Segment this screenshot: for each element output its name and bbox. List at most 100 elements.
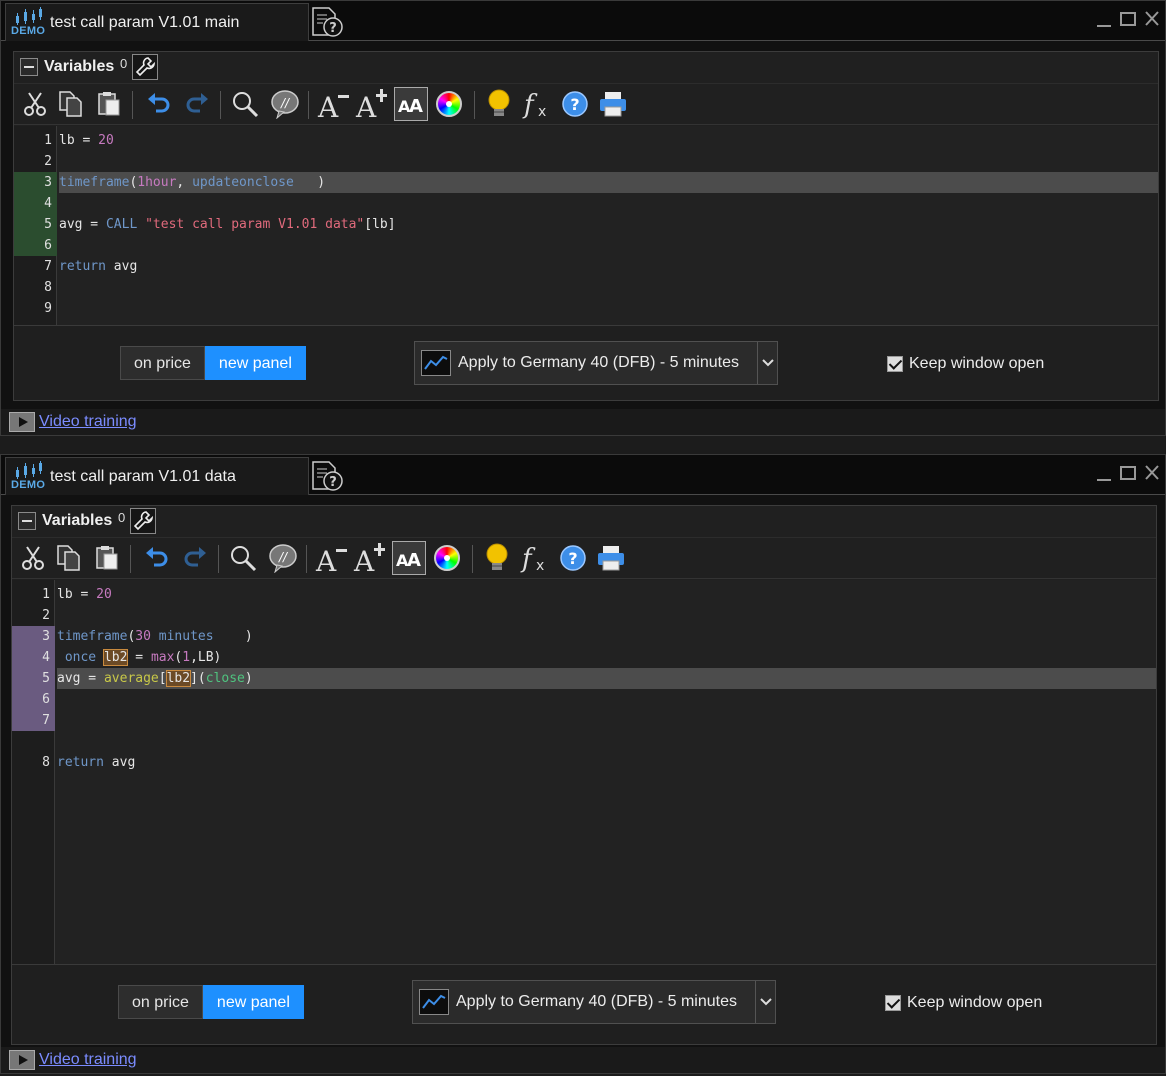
- wrench-icon[interactable]: [132, 54, 158, 80]
- maximize-icon[interactable]: [1119, 9, 1137, 29]
- close-icon[interactable]: [1143, 463, 1161, 483]
- collapse-icon[interactable]: [20, 58, 38, 76]
- minimize-icon[interactable]: [1095, 9, 1113, 29]
- code-line[interactable]: 4: [14, 193, 1158, 214]
- new-panel-button[interactable]: new panel: [202, 985, 304, 1019]
- code-text[interactable]: timeframe(1hour, updateonclose ): [59, 172, 1158, 193]
- color-wheel-icon[interactable]: [430, 541, 464, 575]
- code-line[interactable]: 3 timeframe(30 minutes ): [12, 626, 1156, 647]
- redo-icon[interactable]: [178, 541, 212, 575]
- chevron-down-icon[interactable]: [757, 342, 777, 384]
- paste-icon[interactable]: [92, 87, 126, 121]
- window-tab[interactable]: DEMO test call param V1.01 data: [5, 457, 309, 495]
- code-line[interactable]: 8: [14, 277, 1158, 298]
- line-number: 6: [14, 235, 57, 256]
- undo-icon[interactable]: [142, 87, 176, 121]
- code-line[interactable]: 3 timeframe(1hour, updateonclose ): [14, 172, 1158, 193]
- on-price-button[interactable]: on price: [118, 985, 203, 1019]
- decrease-font-icon[interactable]: A: [316, 87, 350, 121]
- cut-icon[interactable]: [18, 87, 52, 121]
- code-line[interactable]: 9: [14, 298, 1158, 319]
- code-editor[interactable]: 1 lb = 20 2 3 timeframe(1hour, updateonclose…: [14, 126, 1158, 326]
- video-training-link[interactable]: Video training: [39, 413, 137, 431]
- window-tab[interactable]: DEMO test call param V1.01 main: [5, 3, 309, 41]
- search-icon[interactable]: [228, 87, 262, 121]
- comment-icon[interactable]: //: [266, 541, 300, 575]
- code-text[interactable]: timeframe(30 minutes ): [57, 626, 1156, 647]
- code-text[interactable]: return avg: [59, 256, 1158, 277]
- code-line[interactable]: 8 return avg: [12, 752, 1156, 773]
- code-line[interactable]: 5 avg = CALL "test call param V1.01 data"…: [14, 214, 1158, 235]
- variables-label[interactable]: Variables: [44, 58, 114, 76]
- code-editor[interactable]: 1 lb = 20 2 3 timeframe(30 minutes ) 4 once l…: [12, 580, 1156, 964]
- close-icon[interactable]: [1143, 9, 1161, 29]
- code-text[interactable]: lb = 20: [59, 130, 1158, 151]
- copy-icon[interactable]: [54, 87, 88, 121]
- maximize-icon[interactable]: [1119, 463, 1137, 483]
- redo-icon[interactable]: [180, 87, 214, 121]
- code-text[interactable]: [59, 298, 1158, 319]
- apply-button[interactable]: Apply to Germany 40 (DFB) - 5 minutes: [414, 341, 778, 385]
- font-style-icon[interactable]: AA: [394, 87, 428, 121]
- paste-icon[interactable]: [90, 541, 124, 575]
- collapse-icon[interactable]: [18, 512, 36, 530]
- code-text[interactable]: return avg: [57, 752, 1156, 773]
- copy-icon[interactable]: [52, 541, 86, 575]
- code-line[interactable]: 4 once lb2 = max(1,LB): [12, 647, 1156, 668]
- increase-font-icon[interactable]: A: [354, 87, 388, 121]
- code-line[interactable]: 5 avg = average[lb2](close): [12, 668, 1156, 689]
- variables-label[interactable]: Variables: [42, 512, 112, 530]
- lightbulb-icon[interactable]: [480, 541, 514, 575]
- cut-icon[interactable]: [16, 541, 50, 575]
- comment-icon[interactable]: //: [268, 87, 302, 121]
- help-doc-icon[interactable]: ?: [309, 459, 347, 493]
- chevron-down-icon[interactable]: [755, 981, 775, 1023]
- code-text[interactable]: [57, 605, 1156, 626]
- code-line[interactable]: 1 lb = 20: [14, 130, 1158, 151]
- help-doc-icon[interactable]: ?: [309, 5, 347, 39]
- video-training-link[interactable]: Video training: [39, 1051, 137, 1069]
- lightbulb-icon[interactable]: [482, 87, 516, 121]
- help-icon[interactable]: ?: [556, 541, 590, 575]
- code-line[interactable]: 6: [14, 235, 1158, 256]
- code-text[interactable]: avg = CALL "test call param V1.01 data"[…: [59, 214, 1158, 235]
- code-text[interactable]: avg = average[lb2](close): [57, 668, 1156, 689]
- minimize-icon[interactable]: [1095, 463, 1113, 483]
- code-text[interactable]: [59, 235, 1158, 256]
- search-icon[interactable]: [226, 541, 260, 575]
- code-line[interactable]: 7 return avg: [14, 256, 1158, 277]
- function-icon[interactable]: fx: [520, 87, 554, 121]
- editor-window-data: DEMO test call param V1.01 data ? Variab…: [0, 454, 1166, 1074]
- code-text[interactable]: [57, 689, 1156, 710]
- code-text[interactable]: lb = 20: [57, 584, 1156, 605]
- on-price-button[interactable]: on price: [120, 346, 205, 380]
- font-style-icon[interactable]: AA: [392, 541, 426, 575]
- wrench-icon[interactable]: [130, 508, 156, 534]
- print-icon[interactable]: [596, 87, 630, 121]
- new-panel-button[interactable]: new panel: [204, 346, 306, 380]
- function-icon[interactable]: fx: [518, 541, 552, 575]
- print-icon[interactable]: [594, 541, 628, 575]
- code-text[interactable]: [59, 277, 1158, 298]
- code-text[interactable]: [59, 193, 1158, 214]
- increase-font-icon[interactable]: A: [352, 541, 386, 575]
- code-line[interactable]: 6: [12, 689, 1156, 710]
- code-token: 20: [98, 133, 114, 148]
- code-line[interactable]: 2: [12, 605, 1156, 626]
- decrease-font-icon[interactable]: A: [314, 541, 348, 575]
- apply-button[interactable]: Apply to Germany 40 (DFB) - 5 minutes: [412, 980, 776, 1024]
- color-wheel-icon[interactable]: [432, 87, 466, 121]
- keep-open-checkbox[interactable]: [885, 995, 901, 1011]
- code-text[interactable]: [59, 151, 1158, 172]
- keep-open-checkbox[interactable]: [887, 356, 903, 372]
- code-line[interactable]: 1 lb = 20: [12, 584, 1156, 605]
- help-icon[interactable]: ?: [558, 87, 592, 121]
- code-line[interactable]: 2: [14, 151, 1158, 172]
- undo-icon[interactable]: [140, 541, 174, 575]
- code-text[interactable]: once lb2 = max(1,LB): [57, 647, 1156, 668]
- keep-open-option[interactable]: Keep window open: [887, 355, 1044, 373]
- keep-open-label: Keep window open: [907, 994, 1043, 1011]
- keep-open-option[interactable]: Keep window open: [885, 994, 1042, 1012]
- code-line[interactable]: 7: [12, 710, 1156, 731]
- code-text[interactable]: [57, 710, 1156, 731]
